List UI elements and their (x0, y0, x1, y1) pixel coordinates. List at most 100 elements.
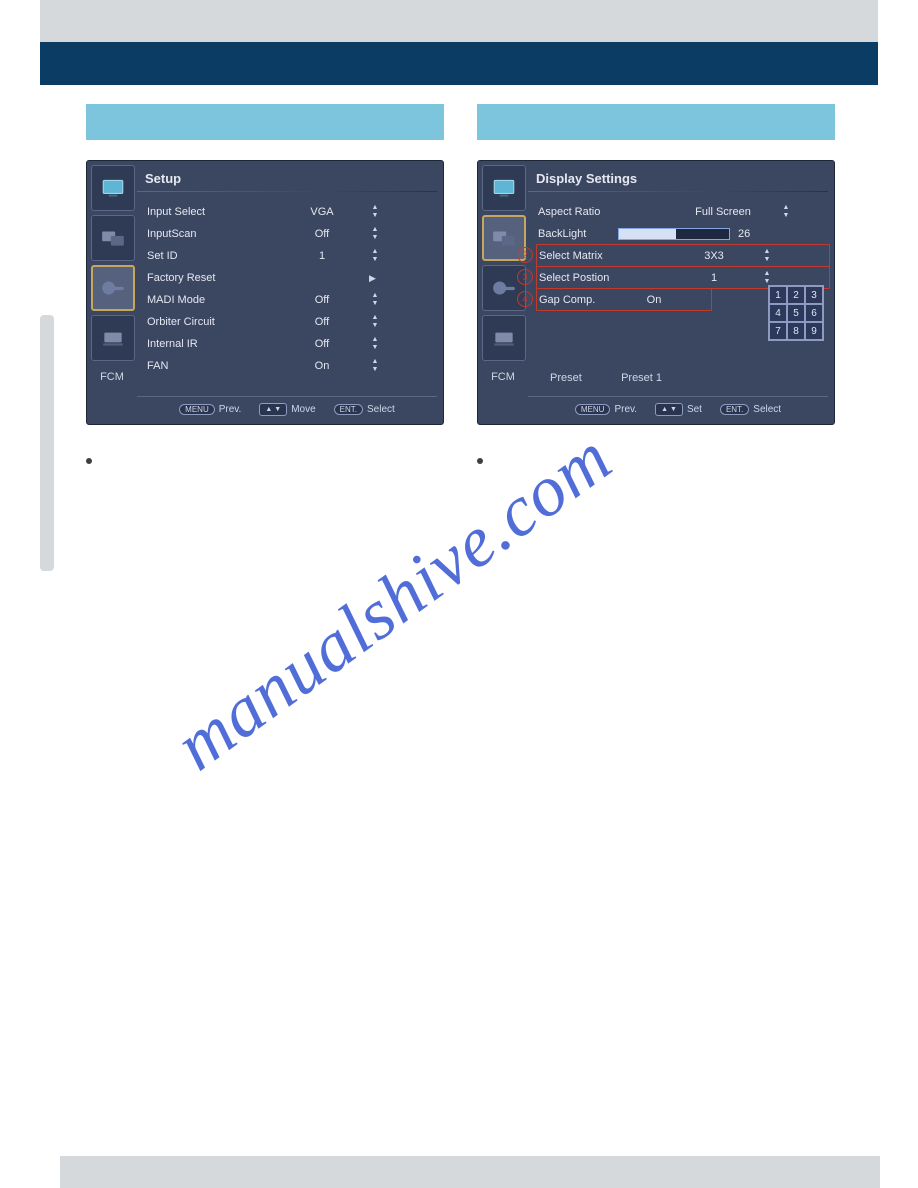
row-select-matrix[interactable]: 2 Select Matrix 3X3 (536, 244, 830, 267)
updown-icon (367, 336, 383, 352)
row-gap-comp[interactable]: 4 Gap Comp. On (536, 288, 712, 311)
label-set-id: Set ID (147, 250, 277, 262)
hint-prev-label: Prev. (614, 404, 637, 415)
value-aspect-ratio: Full Screen (668, 206, 778, 218)
value-fan: On (277, 360, 367, 372)
enter-icon (367, 272, 376, 284)
grid-cell[interactable]: 7 (769, 322, 787, 340)
label-fan: FAN (147, 360, 277, 372)
menu-pill: MENU (179, 404, 215, 415)
updown-icon (367, 248, 383, 264)
row-fan[interactable]: FAN On (147, 355, 437, 377)
grid-cell[interactable]: 8 (787, 322, 805, 340)
left-column: FCM Setup Input Select VGA InputScan Off (86, 104, 444, 527)
sidebar-icon-1[interactable] (482, 165, 526, 211)
grid-cell[interactable]: 6 (805, 304, 823, 322)
label-madi-mode: MADI Mode (147, 294, 277, 306)
grid-cell[interactable]: 4 (769, 304, 787, 322)
row-set-id[interactable]: Set ID 1 (147, 245, 437, 267)
label-factory-reset: Factory Reset (147, 272, 277, 284)
hint-move-label: Move (291, 404, 315, 415)
top-strip (40, 0, 878, 42)
row-orbiter-circuit[interactable]: Orbiter Circuit Off (147, 311, 437, 333)
row-internal-ir[interactable]: Internal IR Off (147, 333, 437, 355)
label-aspect-ratio: Aspect Ratio (538, 206, 668, 218)
hint-prev-label: Prev. (219, 404, 242, 415)
display-settings-osd-panel: FCM Display Settings Aspect Ratio Full S… (477, 160, 835, 425)
label-backlight: BackLight (538, 228, 618, 240)
panel-title-left: Setup (137, 165, 437, 191)
value-backlight: 26 (738, 228, 750, 240)
callout-3: 3 (517, 269, 533, 285)
value-set-id: 1 (277, 250, 367, 262)
label-input-scan: InputScan (147, 228, 277, 240)
updown-icon (367, 292, 383, 308)
sidebar-icon-4[interactable] (91, 315, 135, 361)
sidebar-icon-4[interactable] (482, 315, 526, 361)
label-internal-ir: Internal IR (147, 338, 277, 350)
fcm-label-right: FCM (482, 371, 524, 383)
updown-icon (367, 204, 383, 220)
sidebar-icon-3-selected[interactable] (91, 265, 135, 311)
row-aspect-ratio[interactable]: Aspect Ratio Full Screen (538, 201, 828, 223)
value-select-matrix: 3X3 (669, 250, 759, 262)
grid-cell[interactable]: 5 (787, 304, 805, 322)
updown-icon (367, 358, 383, 374)
row-madi-mode[interactable]: MADI Mode Off (147, 289, 437, 311)
updown-icon (759, 248, 775, 264)
fcm-label-left: FCM (91, 371, 133, 383)
grid-cell[interactable]: 9 (805, 322, 823, 340)
updown-icon (778, 204, 794, 220)
page-banner (40, 42, 878, 85)
hint-bar-left: MENUPrev. Move ENT.Select (137, 396, 437, 421)
value-preset: Preset 1 (621, 372, 662, 384)
value-madi-mode: Off (277, 294, 367, 306)
bullet-icon (86, 458, 92, 464)
grid-cell[interactable]: 1 (769, 286, 787, 304)
value-select-position: 1 (669, 272, 759, 284)
hint-bar-right: MENUPrev. Set ENT. Select (528, 396, 828, 421)
menu-pill: MENU (575, 404, 611, 415)
right-notes (477, 455, 835, 469)
updown-icon (759, 270, 775, 286)
grid-cell[interactable]: 2 (787, 286, 805, 304)
label-select-position: Select Postion (539, 272, 669, 284)
grid-cell[interactable]: 3 (805, 286, 823, 304)
callout-2: 2 (517, 247, 533, 263)
row-input-select[interactable]: Input Select VGA (147, 201, 437, 223)
position-grid[interactable]: 1 2 3 4 5 6 7 8 9 (768, 285, 824, 341)
sidebar-icon-2[interactable] (91, 215, 135, 261)
row-preset[interactable]: Preset Preset 1 (550, 372, 662, 384)
right-column: FCM Display Settings Aspect Ratio Full S… (477, 104, 835, 527)
left-side-tab (40, 315, 54, 571)
backlight-slider[interactable]: 26 (618, 228, 750, 240)
label-input-select: Input Select (147, 206, 277, 218)
sidebar-icon-1[interactable] (91, 165, 135, 211)
row-backlight[interactable]: BackLight 26 (538, 223, 828, 245)
setup-osd-panel: FCM Setup Input Select VGA InputScan Off (86, 160, 444, 425)
updown-icon (367, 226, 383, 242)
label-orbiter-circuit: Orbiter Circuit (147, 316, 277, 328)
label-select-matrix: Select Matrix (539, 250, 669, 262)
set-pill (655, 403, 683, 416)
ent-pill: ENT. (720, 404, 749, 415)
move-pill (259, 403, 287, 416)
right-section-header (477, 104, 835, 140)
left-notes (86, 455, 444, 523)
row-factory-reset[interactable]: Factory Reset (147, 267, 437, 289)
bottom-strip (60, 1156, 880, 1188)
value-internal-ir: Off (277, 338, 367, 350)
hint-set-label: Set (687, 404, 702, 415)
hint-select-label: Select (753, 404, 781, 415)
value-gap-comp: On (629, 294, 679, 306)
callout-4: 4 (517, 291, 533, 307)
ent-pill: ENT. (334, 404, 363, 415)
label-preset: Preset (550, 372, 618, 384)
panel-title-right: Display Settings (528, 165, 828, 191)
row-input-scan[interactable]: InputScan Off (147, 223, 437, 245)
label-gap-comp: Gap Comp. (539, 294, 629, 306)
value-input-select: VGA (277, 206, 367, 218)
left-section-header (86, 104, 444, 140)
value-input-scan: Off (277, 228, 367, 240)
bullet-icon (477, 458, 483, 464)
